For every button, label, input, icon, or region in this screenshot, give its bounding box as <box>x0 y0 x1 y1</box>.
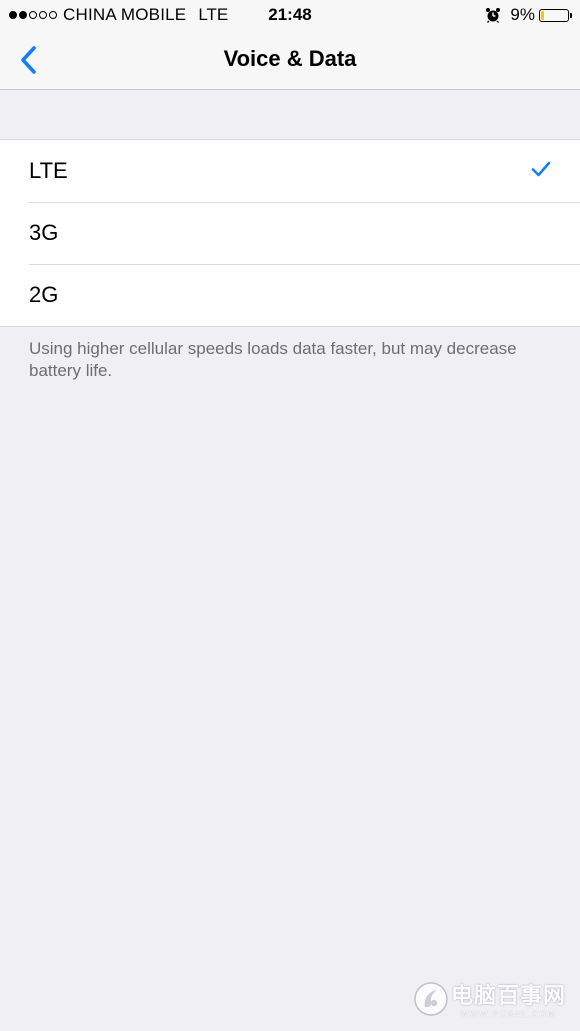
battery-icon <box>539 8 572 22</box>
battery-fill <box>541 10 545 20</box>
watermark-name: 电脑百事网 <box>450 983 566 1008</box>
watermark-site: WWW.PC841.COM <box>460 1010 557 1019</box>
battery-percent: 9% <box>510 5 535 24</box>
navigation-bar: Voice & Data <box>0 30 580 90</box>
checkmark-icon <box>531 161 551 177</box>
status-right: 9% <box>485 5 572 25</box>
option-2g[interactable]: 2G <box>0 264 580 326</box>
option-label: 3G <box>29 220 59 245</box>
option-label: LTE <box>29 158 68 183</box>
page-title: Voice & Data <box>223 46 357 71</box>
option-3g[interactable]: 3G <box>0 202 580 264</box>
watermark-logo-icon <box>414 981 448 1016</box>
status-bar: CHINA MOBILE LTE 21:48 9% <box>0 0 580 30</box>
battery-body <box>539 8 569 22</box>
alarm-clock-icon <box>486 8 501 23</box>
option-lte[interactable]: LTE <box>0 140 580 202</box>
footer-note: Using higher cellular speeds loads data … <box>29 339 517 380</box>
option-label: 2G <box>29 282 59 307</box>
network-options-list: LTE 3G 2G <box>0 139 580 327</box>
watermark: 电脑百事网 WWW.PC841.COM <box>413 978 566 1019</box>
watermark-text: 电脑百事网 WWW.PC841.COM <box>451 978 566 1019</box>
battery-tip <box>570 12 572 18</box>
